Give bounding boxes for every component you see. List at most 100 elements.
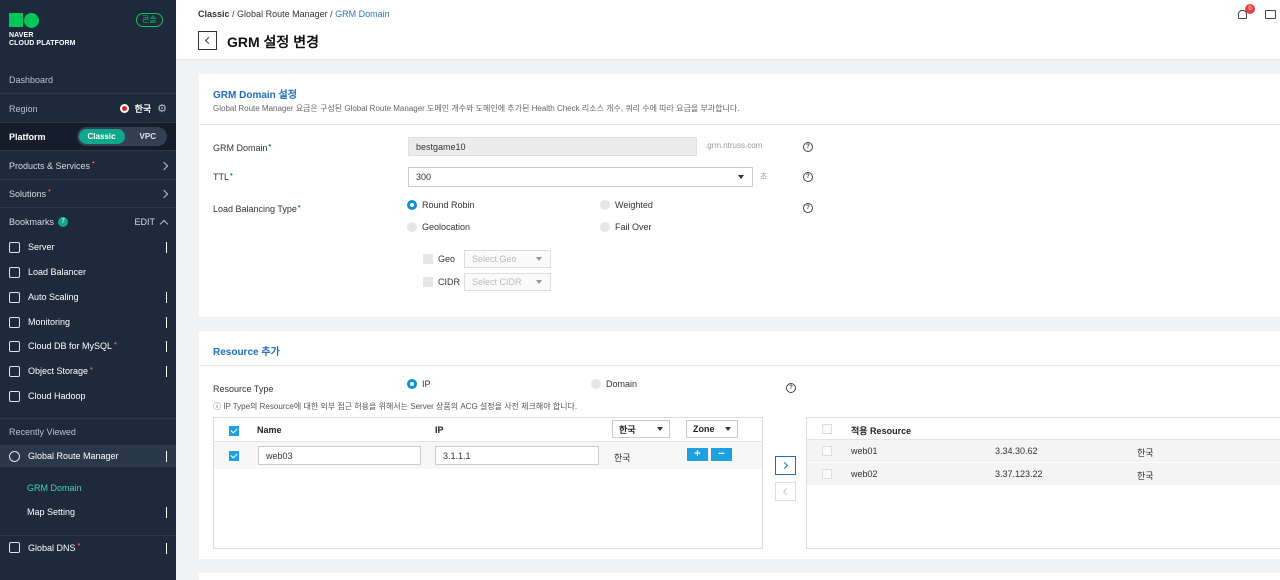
caret-down-icon xyxy=(725,427,731,431)
sidebar-item-global-route-manager[interactable]: Global Route Manager xyxy=(0,445,176,467)
zone-filter-select[interactable]: Zone xyxy=(686,420,738,438)
geo-checkbox[interactable]: Geo xyxy=(423,254,455,264)
sidebar-solutions[interactable]: Solutions • xyxy=(0,180,176,208)
chevron-down-icon xyxy=(166,341,167,352)
col-ip: IP xyxy=(435,425,444,435)
sidebar-item-load-balancer[interactable]: Load Balancer xyxy=(0,260,176,284)
region-filter-select[interactable]: 한국 xyxy=(612,420,670,438)
menu-label: Server xyxy=(28,242,55,252)
radio-domain[interactable]: Domain xyxy=(591,379,637,389)
help-icon[interactable]: ? xyxy=(803,203,813,213)
radio-icon xyxy=(591,379,601,389)
sidebar-platform: Platform Classic VPC xyxy=(0,123,176,151)
notification-bell[interactable]: 0 xyxy=(1238,4,1255,21)
sidebar: NAVER CLOUD PLATFORM 콘솔 Dashboard Region… xyxy=(0,0,176,580)
submenu-label: GRM Domain xyxy=(27,483,82,493)
sidebar-bookmarks[interactable]: Bookmarks 7 EDIT xyxy=(0,208,176,236)
radio-fail-over[interactable]: Fail Over xyxy=(600,222,652,232)
move-left-button[interactable] xyxy=(775,482,796,501)
back-button[interactable] xyxy=(198,31,217,50)
sidebar-subitem-grm-domain[interactable]: GRM Domain xyxy=(0,477,176,499)
breadcrumb-grm[interactable]: Global Route Manager xyxy=(237,9,328,19)
row-region: 한국 xyxy=(614,453,631,463)
breadcrumb: Classic / Global Route Manager / GRM Dom… xyxy=(198,9,390,19)
menu-label: Monitoring xyxy=(28,317,71,327)
radio-selected-icon xyxy=(407,379,417,389)
sidebar-item-object-storage[interactable]: Object Storage • xyxy=(0,359,176,383)
applied-ip: 3.34.30.62 xyxy=(995,446,1038,456)
sidebar-item-server[interactable]: Server xyxy=(0,235,176,259)
grm-domain-label: GRM Domain• xyxy=(213,141,272,153)
resource-ip-input[interactable]: 3.1.1.1 xyxy=(435,446,599,465)
add-row-button[interactable]: + xyxy=(687,448,708,461)
products-services-label: Products & Services xyxy=(9,160,91,171)
sidebar-item-cloud-db[interactable]: Cloud DB for MySQL • xyxy=(0,334,176,358)
row-checkbox[interactable] xyxy=(822,469,832,479)
chevron-up-icon[interactable] xyxy=(159,219,169,228)
applied-name: web02 xyxy=(851,469,878,479)
logo-icon xyxy=(9,13,76,28)
platform-classic[interactable]: Classic xyxy=(78,129,125,144)
divider xyxy=(199,124,1280,125)
new-dot: • xyxy=(48,186,51,195)
ttl-select[interactable]: 300 xyxy=(408,167,753,187)
chat-icon[interactable] xyxy=(1265,10,1276,19)
help-icon[interactable]: ? xyxy=(803,142,813,152)
select-all-checkbox[interactable] xyxy=(822,424,832,434)
card-title: GRM Domain 설정 xyxy=(213,90,297,101)
load-balancer-icon xyxy=(9,266,20,278)
row-checkbox[interactable] xyxy=(822,446,832,456)
bookmarks-edit[interactable]: EDIT xyxy=(134,217,155,227)
sidebar-item-monitoring[interactable]: Monitoring xyxy=(0,310,176,334)
select-all-checkbox[interactable] xyxy=(229,426,239,436)
sidebar-item-global-dns[interactable]: Global DNS • xyxy=(0,535,176,559)
divider xyxy=(199,365,1280,366)
new-dot: • xyxy=(114,338,117,348)
move-right-button[interactable] xyxy=(775,456,796,475)
console-badge[interactable]: 콘솔 xyxy=(136,13,163,27)
submenu-label: Map Setting xyxy=(27,507,76,517)
breadcrumb-classic[interactable]: Classic xyxy=(198,9,230,19)
help-icon[interactable]: ? xyxy=(803,172,813,182)
card-description: Global Route Manager 요금은 구성된 Global Rout… xyxy=(213,104,740,113)
sidebar-subitem-map-setting[interactable]: Map Setting xyxy=(0,501,176,523)
sidebar-dashboard[interactable]: Dashboard xyxy=(0,66,176,94)
help-icon[interactable]: ? xyxy=(786,383,796,393)
radio-weighted[interactable]: Weighted xyxy=(600,200,653,210)
chevron-down-icon xyxy=(166,366,167,377)
sidebar-item-auto-scaling[interactable]: Auto Scaling xyxy=(0,285,176,309)
checkbox-icon xyxy=(423,277,433,287)
bookmarks-count: 7 xyxy=(58,217,69,227)
platform-vpc[interactable]: VPC xyxy=(131,129,165,144)
resource-type-label: Resource Type xyxy=(213,384,274,394)
recently-viewed-label: Recently Viewed xyxy=(9,427,76,437)
radio-geolocation[interactable]: Geolocation xyxy=(407,222,470,232)
naver-cloud-logo[interactable]: NAVER CLOUD PLATFORM xyxy=(9,13,76,48)
ttl-unit: 초 xyxy=(760,172,768,181)
applied-ip: 3.37.123.22 xyxy=(995,469,1043,479)
gear-icon[interactable]: ⚙ xyxy=(157,102,167,115)
radio-round-robin[interactable]: Round Robin xyxy=(407,200,475,210)
menu-label: Object Storage xyxy=(28,366,89,376)
resource-name-input[interactable]: web03 xyxy=(258,446,421,465)
dns-icon xyxy=(9,542,20,553)
row-checkbox[interactable] xyxy=(229,451,239,461)
geo-select[interactable]: Select Geo xyxy=(464,250,551,268)
cidr-select[interactable]: Select CIDR xyxy=(464,273,551,291)
radio-ip[interactable]: IP xyxy=(407,379,431,389)
sidebar-products-services[interactable]: Products & Services • xyxy=(0,152,176,180)
cidr-checkbox[interactable]: CIDR xyxy=(423,277,460,287)
radio-icon xyxy=(600,200,610,210)
col-name: Name xyxy=(257,425,282,435)
global-route-manager-icon xyxy=(9,450,20,462)
platform-toggle[interactable]: Classic VPC xyxy=(76,127,167,146)
sidebar-item-cloud-hadoop[interactable]: Cloud Hadoop xyxy=(0,384,176,408)
applied-region: 한국 xyxy=(1137,448,1154,458)
chevron-left-icon xyxy=(782,487,791,496)
menu-label: Global DNS xyxy=(28,542,76,553)
remove-row-button[interactable]: − xyxy=(711,448,732,461)
menu-label: Load Balancer xyxy=(28,267,87,277)
caret-down-icon xyxy=(536,280,542,284)
sidebar-region[interactable]: Region 한국 ⚙ xyxy=(0,95,176,123)
chevron-up-icon xyxy=(166,451,167,462)
